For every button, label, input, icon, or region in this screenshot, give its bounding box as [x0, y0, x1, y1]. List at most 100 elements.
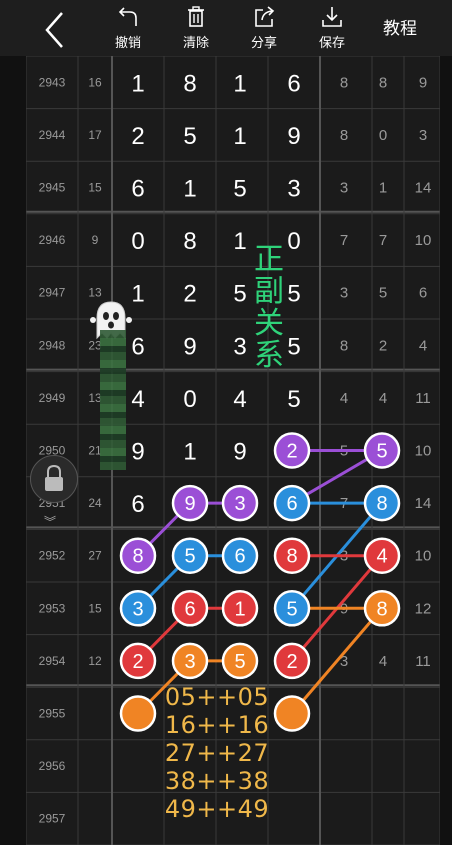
back-chevron-icon — [45, 12, 63, 48]
extra-value: 11 — [415, 390, 431, 407]
digit-sum: 17 — [88, 128, 102, 142]
circle-digit: 8 — [286, 546, 297, 568]
save-label: 保存 — [318, 35, 345, 50]
extra-value: 9 — [419, 74, 427, 91]
extra-value: 3 — [419, 127, 427, 144]
draw-digit: 5 — [233, 281, 246, 308]
undo-button[interactable]: 撤销 — [110, 0, 146, 56]
relation-annotation: 正 副 关 系 — [248, 244, 290, 372]
relation-char: 关 — [254, 306, 284, 341]
undo-label: 撤销 — [114, 35, 141, 50]
extra-value: 14 — [415, 495, 432, 512]
relation-char: 系 — [254, 338, 284, 373]
circle-digit: 5 — [376, 441, 387, 463]
share-button[interactable]: 分享 — [246, 0, 282, 56]
digit-sum: 27 — [88, 549, 102, 563]
extra-value: 6 — [419, 285, 427, 302]
relation-char: 副 — [254, 274, 284, 309]
extra-value: 11 — [415, 653, 431, 670]
circle-digit: 5 — [286, 598, 297, 620]
trash-icon — [188, 6, 204, 27]
draw-digit: 2 — [183, 281, 196, 308]
issue-number: 2953 — [39, 601, 66, 615]
extra-value: 12 — [415, 600, 432, 617]
marked-circle[interactable] — [273, 695, 311, 732]
circle-digit: 6 — [234, 546, 245, 568]
draw-digit: 4 — [131, 386, 144, 413]
share-icon — [255, 6, 275, 27]
left-margin — [0, 56, 26, 845]
extra-value: 2 — [379, 337, 387, 354]
draw-digit: 1 — [233, 70, 246, 97]
issue-number: 2955 — [39, 707, 66, 721]
circle-digit: 5 — [184, 546, 195, 568]
extra-value: 8 — [340, 74, 348, 91]
extra-value: 8 — [340, 127, 348, 144]
formula-line: 49++49 — [164, 795, 270, 823]
lock-button[interactable] — [30, 455, 78, 503]
draw-digit: 9 — [287, 123, 300, 150]
draw-digit: 8 — [183, 70, 196, 97]
circle-digit: 6 — [286, 493, 297, 515]
circle-digit: 9 — [184, 493, 195, 515]
issue-number: 2949 — [39, 391, 66, 405]
issue-number: 2945 — [39, 181, 66, 195]
draw-digit: 9 — [131, 439, 144, 466]
save-button[interactable]: 保存 — [314, 0, 350, 56]
circle-digit: 2 — [132, 651, 143, 673]
back-button[interactable] — [30, 0, 80, 56]
extra-value: 5 — [379, 285, 387, 302]
formula-line: 38++38 — [164, 767, 270, 795]
extra-value: 10 — [415, 548, 432, 565]
draw-digit: 3 — [287, 176, 300, 203]
extra-value: 4 — [419, 337, 427, 354]
extra-value: 3 — [340, 285, 348, 302]
issue-number: 2946 — [39, 233, 66, 247]
extra-value: 10 — [415, 232, 432, 249]
issue-number: 2956 — [39, 759, 66, 773]
issue-number: 2957 — [39, 812, 66, 826]
draw-digit: 5 — [233, 176, 246, 203]
draw-digit: 6 — [131, 491, 144, 518]
draw-digit: 5 — [287, 386, 300, 413]
download-icon — [322, 7, 342, 27]
chevron-down-icon: ︾ — [44, 515, 57, 529]
draw-digit: 9 — [233, 439, 246, 466]
issue-number: 2952 — [39, 549, 66, 563]
extra-value: 7 — [340, 232, 348, 249]
tutorial-button[interactable]: 教程 — [372, 14, 428, 39]
circle-digit: 1 — [234, 598, 245, 620]
draw-digit: 8 — [183, 228, 196, 255]
marked-circle[interactable] — [119, 695, 157, 732]
extra-value: 4 — [379, 390, 387, 407]
extra-value: 4 — [379, 653, 387, 670]
clear-label: 清除 — [182, 35, 209, 50]
extra-value: 10 — [415, 443, 432, 460]
circle-digit: 2 — [286, 651, 297, 673]
lottery-chart-screen: 撤销 清除 分享 保存 教程 2943 16 1 8 1 6 8 8 9 294… — [0, 0, 452, 845]
issue-number: 2943 — [39, 75, 66, 89]
formula-line: 16++16 — [164, 711, 270, 739]
extra-value: 4 — [340, 390, 348, 407]
circle-digit: 6 — [184, 598, 195, 620]
extra-value: 8 — [379, 74, 387, 91]
draw-digit: 1 — [233, 123, 246, 150]
issue-number: 2954 — [39, 654, 66, 668]
extra-value: 7 — [379, 232, 387, 249]
digit-sum: 24 — [88, 496, 102, 510]
circle-digit: 3 — [132, 598, 143, 620]
draw-digit: 6 — [287, 70, 300, 97]
digit-sum: 15 — [88, 181, 102, 195]
draw-digit: 4 — [233, 386, 246, 413]
extra-value: 3 — [340, 180, 348, 197]
draw-digit: 0 — [131, 228, 144, 255]
circle-digit: 8 — [376, 598, 387, 620]
clear-button[interactable]: 清除 — [178, 0, 214, 56]
draw-digit: 3 — [233, 333, 246, 360]
draw-digit: 0 — [183, 386, 196, 413]
circle-digit: 8 — [132, 546, 143, 568]
extra-value: 1 — [379, 180, 387, 197]
circle-digit: 3 — [234, 493, 245, 515]
lock-icon — [45, 464, 63, 491]
extra-value: 14 — [415, 180, 432, 197]
